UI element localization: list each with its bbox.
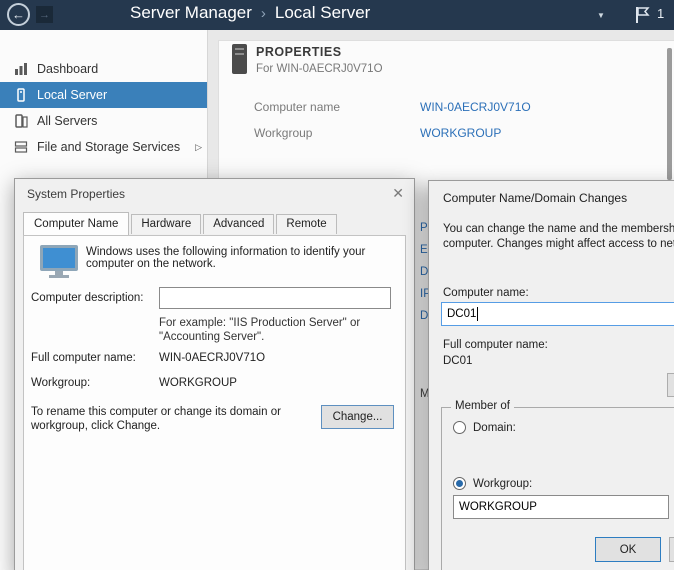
change-button[interactable]: Change... [321,405,394,429]
computer-description-input[interactable] [159,287,391,309]
computer-description-label: Computer description: [31,292,144,304]
sidebar-item-label: All Servers [37,114,97,128]
server-properties-icon [232,44,247,74]
chevron-down-icon[interactable]: ▼ [597,11,605,20]
server-manager-window: ← → Server Manager › Local Server ▼ 1 Da… [0,0,674,570]
member-of-label: Member of [451,400,514,412]
computer-name-tab-page: Windows uses the following information t… [23,235,406,570]
workgroup-link[interactable]: WORKGROUP [420,126,501,140]
text-cursor [477,307,478,321]
breadcrumb-local-server[interactable]: Local Server [275,3,370,23]
example-text-line1: For example: "IIS Production Server" or [159,317,360,329]
server-icon [14,88,28,102]
topbar: ← → Server Manager › Local Server ▼ 1 [0,0,674,30]
back-button[interactable]: ← [7,3,30,26]
sidebar-item-label: Dashboard [37,62,98,76]
sidebar-item-all-servers[interactable]: All Servers [0,108,207,134]
workgroup-input[interactable]: WORKGROUP [453,495,669,519]
cancel-button-clipped[interactable] [669,537,674,562]
full-computer-name-value: DC01 [443,355,472,367]
tab-advanced[interactable]: Advanced [203,214,274,234]
servers-icon [14,114,28,128]
computer-name-input[interactable]: DC01 [441,302,674,326]
workgroup-value: WORKGROUP [159,377,237,389]
breadcrumb-server-manager[interactable]: Server Manager [130,3,252,23]
sidebar-item-file-storage-services[interactable]: File and Storage Services ▷ [0,134,207,160]
tab-computer-name[interactable]: Computer Name [23,212,129,235]
computer-name-label: Computer name: [443,287,529,299]
tab-remote[interactable]: Remote [276,214,336,234]
properties-subheading: For WIN-0AECRJ0V71O [256,63,383,75]
workgroup-radio-label[interactable]: Workgroup: [473,478,532,490]
workgroup-label: Workgroup: [31,377,90,389]
rename-hint-line2: workgroup, click Change. [31,420,160,432]
workgroup-radio-row[interactable]: Workgroup: [453,477,532,490]
ok-button[interactable]: OK [595,537,661,562]
dialog-title: Computer Name/Domain Changes [443,191,627,205]
computer-name-label: Computer name [254,100,340,114]
vertical-scrollbar[interactable] [667,48,672,180]
forward-button[interactable]: → [36,6,53,23]
system-properties-dialog: System Properties ✕ Computer Name Hardwa… [14,178,415,570]
example-text-line2: "Accounting Server". [159,331,264,343]
domain-radio-row[interactable]: Domain: [453,421,516,434]
forward-arrow-icon: → [39,9,50,21]
breadcrumb-separator: › [261,5,266,22]
computer-name-link[interactable]: WIN-0AECRJ0V71O [420,100,531,114]
workgroup-radio-button[interactable] [453,477,466,490]
tab-strip: Computer Name Hardware Advanced Remote [23,212,339,234]
back-arrow-icon: ← [12,8,25,21]
sidebar-item-local-server[interactable]: Local Server [0,82,207,108]
storage-icon [14,140,28,154]
dialog-body-line2: computer. Changes might affect access to… [443,238,674,250]
computer-name-domain-changes-dialog: Computer Name/Domain Changes You can cha… [428,180,674,570]
sidebar-item-label: File and Storage Services [37,140,180,154]
workgroup-input-value: WORKGROUP [459,501,537,513]
domain-radio-button[interactable] [453,421,466,434]
breadcrumb: Server Manager › Local Server [130,3,370,23]
domain-radio-label[interactable]: Domain: [473,422,516,434]
workgroup-label: Workgroup [254,126,312,140]
notification-flag-icon[interactable] [634,6,650,29]
dashboard-icon [14,62,28,76]
notification-count[interactable]: 1 [657,6,664,21]
full-computer-name-label: Full computer name: [443,339,548,351]
tab-hardware[interactable]: Hardware [131,214,201,234]
close-icon[interactable]: ✕ [392,185,404,202]
more-button-clipped[interactable] [667,373,674,397]
sidebar-item-label: Local Server [37,88,107,102]
rename-hint-line1: To rename this computer or change its do… [31,406,281,418]
intro-text: Windows uses the following information t… [86,246,400,270]
chevron-right-icon[interactable]: ▷ [195,142,202,153]
full-computer-name-label: Full computer name: [31,352,136,364]
dialog-body-line1: You can change the name and the membersh… [443,223,674,235]
properties-heading: PROPERTIES [256,45,342,59]
sidebar-item-dashboard[interactable]: Dashboard [0,56,207,82]
dialog-titlebar[interactable]: System Properties ✕ [15,179,414,209]
dialog-title: System Properties [27,187,125,201]
computer-monitor-icon [38,244,80,280]
full-computer-name-value: WIN-0AECRJ0V71O [159,352,265,364]
computer-name-value: DC01 [447,308,476,320]
